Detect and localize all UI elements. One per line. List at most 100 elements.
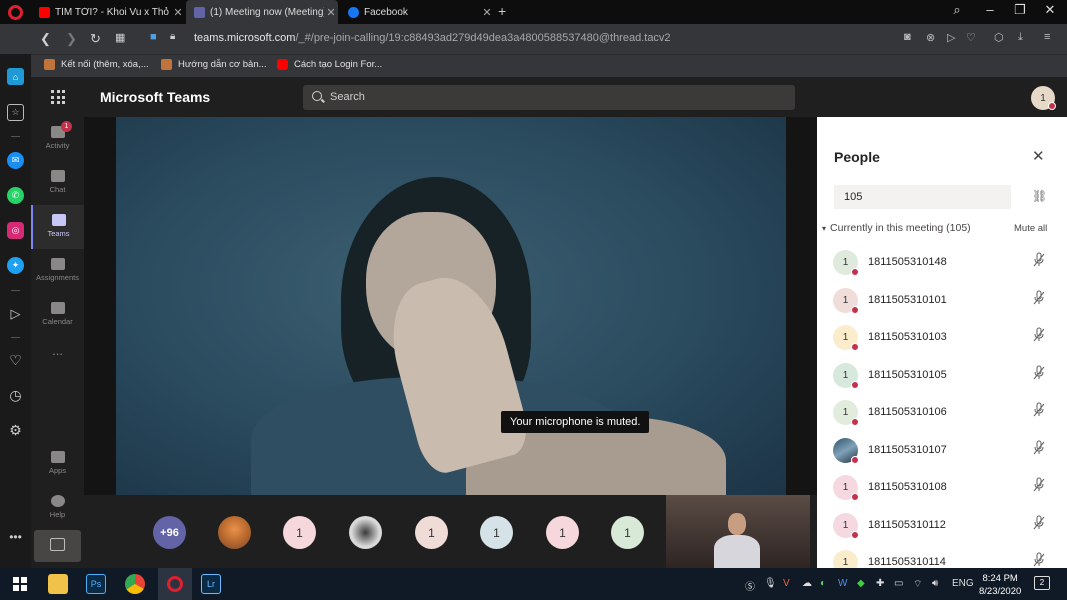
- rail-item-apps[interactable]: Apps: [31, 442, 84, 486]
- whatsapp-icon[interactable]: ✆: [7, 187, 24, 204]
- mute-all-button[interactable]: Mute all: [1014, 223, 1047, 234]
- microphone-icon[interactable]: 🎙︎: [764, 578, 777, 589]
- heart-icon[interactable]: ♡: [966, 31, 976, 44]
- url-field[interactable]: teams.microsoft.com/_#/pre-join-calling/…: [194, 32, 671, 44]
- app-tray-icon[interactable]: ◆: [857, 578, 865, 589]
- tab-youtube[interactable]: TÌM TỚI? - Khoi Vu x Thỏ ( ✕: [31, 0, 185, 24]
- heart-icon[interactable]: ♡: [7, 352, 24, 369]
- language-indicator[interactable]: ENG: [952, 578, 974, 589]
- main-video-feed[interactable]: [116, 117, 786, 495]
- participant-avatar[interactable]: 1: [283, 516, 316, 549]
- microphone-muted-icon[interactable]: [1033, 440, 1045, 456]
- participant-row[interactable]: 1 1811505310148: [817, 244, 1067, 281]
- search-tabs-icon[interactable]: ⌕: [947, 2, 967, 18]
- easy-setup-icon[interactable]: ≡: [1044, 31, 1050, 43]
- settings-icon[interactable]: ⚙: [7, 422, 24, 439]
- participant-row[interactable]: 1 1811505310106: [817, 394, 1067, 431]
- participant-avatar[interactable]: 1: [611, 516, 644, 549]
- word-icon[interactable]: W: [838, 578, 847, 589]
- participants-section-header[interactable]: ▾ Currently in this meeting (105): [822, 222, 971, 234]
- download-desktop-app-button[interactable]: [34, 530, 81, 562]
- reload-icon[interactable]: ↻: [90, 31, 101, 47]
- chrome-icon[interactable]: [125, 574, 145, 594]
- clock[interactable]: 8:24 PM 8/23/2020: [979, 572, 1021, 598]
- minimize-icon[interactable]: –: [980, 2, 1000, 17]
- participant-avatar[interactable]: 1: [480, 516, 513, 549]
- participant-row[interactable]: 1 1811505310103: [817, 319, 1067, 356]
- close-tab-icon[interactable]: ✕: [171, 6, 185, 19]
- opera-taskbar-button[interactable]: [158, 568, 192, 600]
- restore-icon[interactable]: ❐: [1010, 2, 1030, 18]
- back-icon[interactable]: ❮: [40, 31, 51, 47]
- close-tab-icon[interactable]: ✕: [480, 6, 494, 19]
- snapshot-icon[interactable]: ◙: [904, 31, 911, 43]
- microphone-muted-icon[interactable]: [1033, 515, 1045, 531]
- volume-icon[interactable]: 🔊︎: [932, 578, 938, 589]
- microphone-muted-icon[interactable]: [1033, 252, 1045, 268]
- microphone-muted-icon[interactable]: [1033, 477, 1045, 493]
- vivaldi-icon[interactable]: V: [783, 578, 790, 589]
- tray-icon[interactable]: ✚: [876, 578, 884, 589]
- notifications-icon[interactable]: 2: [1034, 576, 1050, 590]
- extensions-icon[interactable]: ⬡: [994, 31, 1004, 44]
- twitter-icon[interactable]: ✦: [7, 257, 24, 274]
- participant-row[interactable]: 1 1811505310114: [817, 544, 1067, 568]
- wifi-icon[interactable]: ⌔: [913, 578, 922, 591]
- more-participants-button[interactable]: +96: [153, 516, 186, 549]
- speed-dial-icon[interactable]: ▦: [115, 31, 125, 44]
- history-icon[interactable]: ◷: [7, 387, 24, 404]
- windows-start-icon[interactable]: [10, 574, 30, 594]
- rail-item-chat[interactable]: Chat: [31, 161, 84, 205]
- participant-row[interactable]: 1 1811505310101: [817, 282, 1067, 319]
- participant-avatar[interactable]: 1: [415, 516, 448, 549]
- download-icon[interactable]: ⤓: [1018, 31, 1023, 44]
- participant-row[interactable]: 1 1811505310108: [817, 469, 1067, 506]
- microphone-muted-icon[interactable]: [1033, 290, 1045, 306]
- microphone-muted-icon[interactable]: [1033, 402, 1045, 418]
- photoshop-icon[interactable]: Ps: [86, 574, 106, 594]
- cloud-icon[interactable]: ☁: [802, 578, 812, 589]
- close-icon[interactable]: ✕: [1032, 147, 1045, 165]
- network-app-icon[interactable]: ◐: [820, 578, 826, 589]
- send-icon[interactable]: ▷: [947, 31, 955, 44]
- battery-icon[interactable]: ▭: [894, 578, 903, 589]
- user-avatar[interactable]: 1: [1031, 86, 1056, 110]
- camera-in-use-icon[interactable]: ■: [150, 31, 157, 43]
- send-icon[interactable]: ▷: [7, 305, 24, 322]
- share-link-icon[interactable]: ⛓: [1032, 189, 1047, 203]
- participant-row[interactable]: 1 1811505310105: [817, 357, 1067, 394]
- search-input[interactable]: Search: [303, 85, 795, 110]
- lightroom-icon[interactable]: Lr: [201, 574, 221, 594]
- participant-row[interactable]: 1811505310107: [817, 432, 1067, 469]
- instagram-icon[interactable]: ◎: [7, 222, 24, 239]
- more-icon[interactable]: •••: [7, 528, 24, 545]
- close-window-icon[interactable]: ✕: [1040, 2, 1060, 18]
- rail-item-activity[interactable]: Activity 1: [31, 117, 84, 161]
- tab-teams-meeting[interactable]: (1) Meeting now (Meeting) ✕: [186, 0, 338, 24]
- home-icon[interactable]: ⌂: [7, 68, 24, 85]
- skype-icon[interactable]: Ⓢ: [745, 578, 755, 593]
- participant-avatar[interactable]: [349, 516, 382, 549]
- rail-item-help[interactable]: Help: [31, 486, 84, 530]
- lock-icon[interactable]: 🔒︎: [170, 31, 175, 42]
- forward-icon[interactable]: ❯: [66, 31, 77, 47]
- microphone-muted-icon[interactable]: [1033, 365, 1045, 381]
- rail-item-assignments[interactable]: Assignments: [31, 249, 84, 293]
- microphone-muted-icon[interactable]: [1033, 327, 1045, 343]
- messenger-icon[interactable]: ✉: [7, 152, 24, 169]
- opera-menu-icon[interactable]: [8, 5, 23, 20]
- file-explorer-icon[interactable]: [48, 574, 68, 594]
- participant-avatar[interactable]: [218, 516, 251, 549]
- rail-item-more[interactable]: ...: [31, 343, 84, 387]
- bookmark-item[interactable]: Hướng dẫn cơ bản...: [161, 59, 267, 70]
- bookmark-item[interactable]: Kết nối (thêm, xóa,...: [44, 59, 149, 70]
- rail-item-teams[interactable]: Teams: [31, 205, 84, 249]
- app-launcher-icon[interactable]: [51, 90, 65, 104]
- participant-row[interactable]: 1 1811505310112: [817, 507, 1067, 544]
- close-tab-icon[interactable]: ✕: [324, 6, 338, 19]
- tracker-blocker-icon[interactable]: ⊗: [926, 31, 935, 44]
- invite-search-input[interactable]: 105: [834, 185, 1011, 209]
- star-icon[interactable]: ☆: [7, 104, 24, 121]
- bookmark-item[interactable]: Cách tạo Login For...: [277, 59, 382, 70]
- new-tab-icon[interactable]: +: [498, 3, 506, 19]
